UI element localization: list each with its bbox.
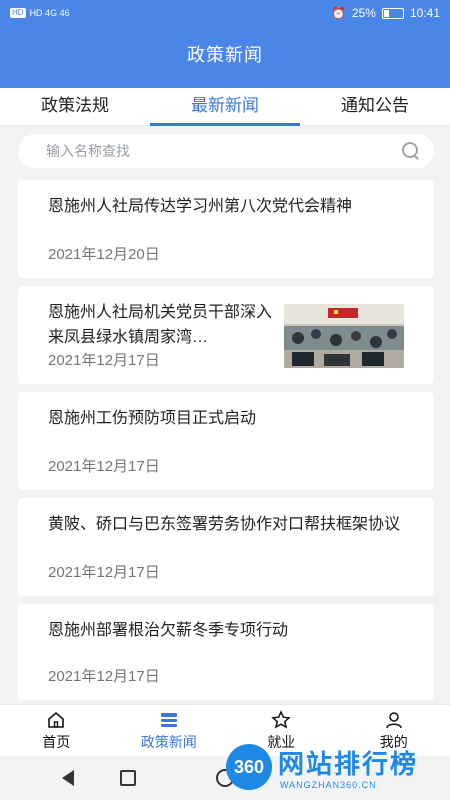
nav-policy-news-label: 政策新闻 [140, 733, 197, 750]
news-title: 恩施州人社局机关党员干部深入来凤县绿水镇周家湾… [48, 304, 273, 346]
person-icon [386, 711, 402, 728]
signal-text: HD 4G 46 [29, 8, 70, 18]
watermark-logo: 360 [226, 744, 272, 790]
tab-policy-regulations[interactable]: 政策法规 [0, 88, 150, 125]
nav-home[interactable]: 首页 [0, 705, 113, 756]
home-icon [48, 711, 65, 728]
search-icon[interactable] [402, 142, 420, 160]
news-date: 2021年12月20日 [48, 246, 160, 263]
battery-percent: 25% [351, 6, 376, 20]
nav-policy-news[interactable]: 政策新闻 [113, 705, 226, 756]
news-date: 2021年12月17日 [48, 564, 160, 581]
alarm-icon: ⏰ [330, 6, 346, 20]
news-date: 2021年12月17日 [48, 458, 160, 475]
nav-home-label: 首页 [42, 733, 71, 750]
news-item[interactable]: 恩施州人社局机关党员干部深入来凤县绿水镇周家湾… 2021年12月17日 [18, 286, 434, 384]
tab-latest-news[interactable]: 最新新闻 [150, 88, 300, 126]
recents-icon[interactable] [120, 770, 136, 786]
news-title: 恩施州部署根治欠薪冬季专项行动 [48, 622, 289, 639]
news-date: 2021年12月17日 [48, 668, 160, 685]
page-title: 政策新闻 [187, 45, 263, 65]
clock: 10:41 [409, 6, 440, 20]
news-icon [160, 712, 177, 727]
back-icon[interactable] [62, 770, 74, 786]
tab-notices[interactable]: 通知公告 [300, 88, 450, 125]
hd-icon: HD [10, 8, 26, 18]
watermark: 360 网站排行榜 WANGZHAN360.CN [224, 740, 444, 798]
news-thumbnail [284, 304, 404, 368]
battery-icon [381, 7, 404, 19]
news-item[interactable]: 恩施州工伤预防项目正式启动 2021年12月17日 [18, 392, 434, 490]
search-input[interactable] [46, 143, 402, 159]
news-title: 黄陂、硚口与巴东签署劳务协作对口帮扶框架协议 [48, 516, 401, 533]
news-item[interactable]: 黄陂、硚口与巴东签署劳务协作对口帮扶框架协议 2021年12月17日 [18, 498, 434, 596]
news-title: 恩施州人社局传达学习州第八次党代会精神 [48, 198, 353, 215]
status-right: ⏰ 25% 10:41 [331, 6, 440, 20]
news-title: 恩施州工伤预防项目正式启动 [48, 410, 257, 427]
watermark-url: WANGZHAN360.CN [280, 780, 377, 790]
news-item[interactable]: 恩施州人社局传达学习州第八次党代会精神 2021年12月20日 [18, 180, 434, 278]
signal-indicators: HD HD 4G 46 [10, 8, 70, 18]
category-tabs: 政策法规 最新新闻 通知公告 [0, 88, 450, 126]
status-bar: HD HD 4G 46 ⏰ 25% 10:41 [0, 0, 450, 26]
news-item[interactable]: 恩施州部署根治欠薪冬季专项行动 2021年12月17日 [18, 604, 434, 700]
watermark-name: 网站排行榜 [278, 749, 419, 779]
app-header: HD HD 4G 46 ⏰ 25% 10:41 政策新闻 [0, 0, 450, 88]
search-bar [18, 134, 434, 168]
star-icon [271, 709, 291, 728]
news-date: 2021年12月17日 [48, 352, 160, 369]
